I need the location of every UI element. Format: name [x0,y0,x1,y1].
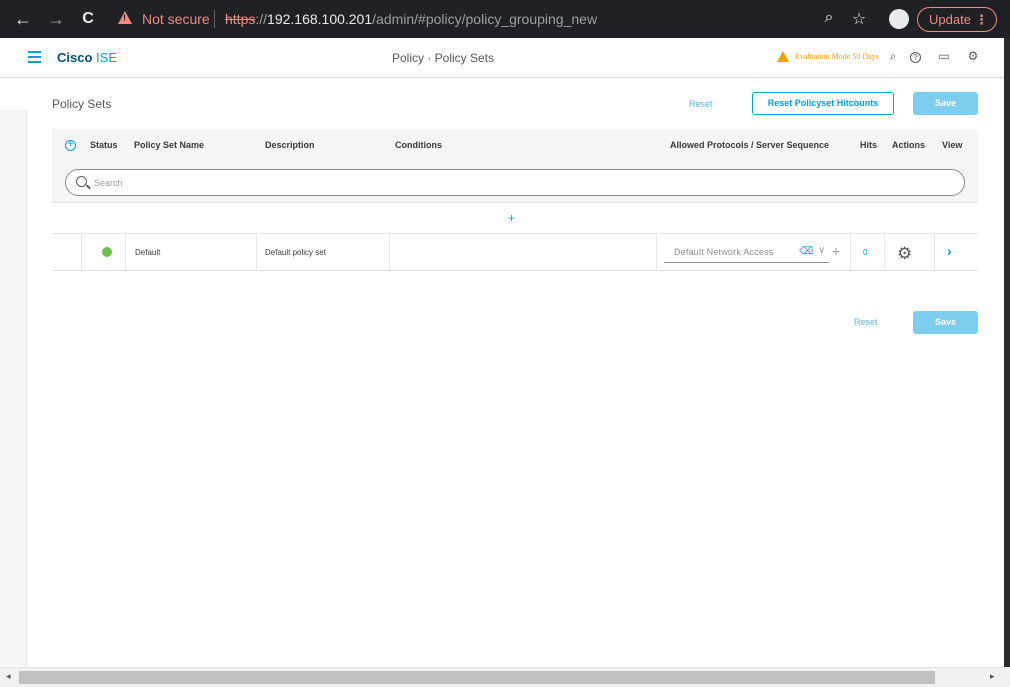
search-box[interactable] [65,169,965,196]
right-edge [1004,38,1010,668]
url-path: /admin/#policy/policy_grouping_new [372,11,598,27]
allowed-protocols-select[interactable]: Default Network Access ⌫ [664,243,829,263]
evaluation-mode-label[interactable]: Evaluation Mode 50 Days [795,52,879,61]
scroll-left-icon[interactable]: ◂ [6,671,11,682]
cell-divider [125,234,126,271]
col-conditions: Conditions [395,140,442,150]
bottom-reset-button[interactable]: Reset [854,317,878,327]
profile-avatar[interactable] [889,9,909,29]
save-button[interactable]: Save [913,92,978,115]
bottom-save-button[interactable]: Save [913,311,978,334]
menu-dots-icon: ⋮ [975,12,988,27]
clear-icon[interactable]: ⌫ [799,246,813,257]
search-input[interactable] [94,175,954,191]
scrollbar-thumb[interactable] [19,671,935,684]
address-bar[interactable]: https://192.168.100.201/admin/#policy/po… [225,11,597,27]
url-scheme-separator: :// [255,11,268,27]
view-chevron-right-icon[interactable]: › [947,243,952,259]
col-actions: Actions [892,140,926,150]
col-description: Description [265,140,315,150]
left-rail [0,110,27,666]
col-hits: Hits [860,140,878,150]
add-row-plus-icon[interactable]: + [508,211,515,225]
search-band [52,161,978,203]
status-enabled-icon[interactable] [102,247,112,257]
url-host: 192.168.100.201 [267,11,373,27]
table-header: + Status Policy Set Name Description Con… [52,129,978,161]
cell-divider [656,234,657,271]
search-icon [76,176,87,187]
settings-icon[interactable]: ⚙ [965,49,981,63]
header-search-icon[interactable]: ⌕ [885,49,901,64]
page-title: Policy Sets [52,97,112,111]
allowed-protocols-value: Default Network Access [674,247,774,257]
cell-divider [934,234,935,271]
horizontal-scrollbar[interactable]: ◂ ▸ [0,667,1004,687]
col-status: Status [90,140,118,150]
warning-icon[interactable] [118,11,132,24]
update-button[interactable]: Update ⋮ [917,7,997,32]
security-label[interactable]: Not secure [142,11,210,27]
col-view: View [942,140,963,150]
page-breadcrumb: Policy · Policy Sets [391,51,495,65]
cell-divider [389,234,390,271]
evaluation-warning-icon [777,51,789,62]
bookmark-star-icon[interactable]: ☆ [849,9,869,29]
col-allowed-protocols: Allowed Protocols / Server Sequence [670,140,830,150]
cell-divider [256,234,257,271]
col-policy-set-name: Policy Set Name [134,140,205,150]
update-label: Update [929,12,971,27]
app-header: Cisco ISE Policy · Policy Sets Evaluatio… [0,38,1004,78]
browser-toolbar: ← → C Not secure https://192.168.100.201… [0,0,1010,38]
cell-divider [884,234,885,271]
policy-set-description[interactable]: Default policy set [265,248,326,257]
add-protocol-plus-icon[interactable]: + [832,243,840,259]
cell-divider [81,234,82,271]
back-arrow-icon[interactable]: ← [13,9,33,29]
chevron-down-icon[interactable]: ∨ [818,245,825,256]
zoom-icon[interactable]: ⌕ [819,9,839,27]
cell-divider [850,234,851,271]
hits-count: 0 [863,248,868,257]
add-row: + [52,204,978,234]
scroll-corner [1004,667,1010,687]
table-row: Default Default policy set Default Netwo… [52,234,978,271]
reset-button[interactable]: Reset [689,99,713,109]
forward-arrow-icon[interactable]: → [46,9,66,29]
actions-gear-icon[interactable]: ⚙ [897,244,912,264]
help-icon[interactable]: ? [910,52,921,63]
policy-set-name[interactable]: Default [135,248,160,257]
reset-hitcounts-button[interactable]: Reset Policyset Hitcounts [752,92,894,115]
url-separator [214,10,215,28]
reload-icon[interactable]: C [78,9,98,29]
url-scheme: https [225,11,256,27]
add-policy-set-icon[interactable]: + [65,140,76,151]
monitor-icon[interactable]: ▭ [936,49,952,63]
scroll-right-icon[interactable]: ▸ [990,671,995,682]
